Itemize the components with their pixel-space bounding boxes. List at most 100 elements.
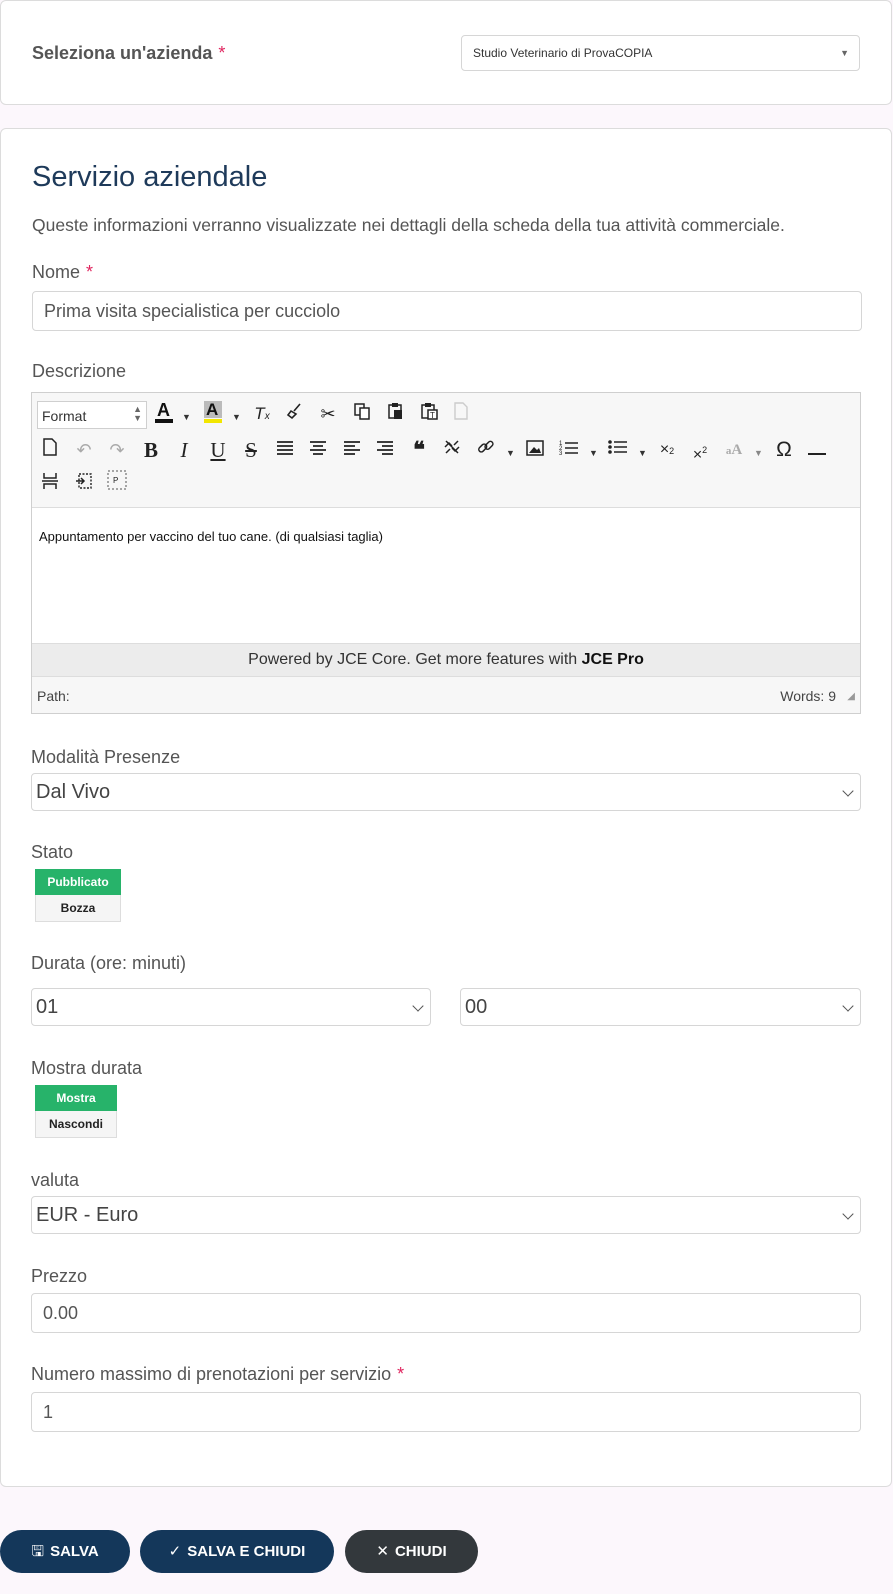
save-button-label: SALVA [50, 1543, 99, 1560]
show-duration-option-show[interactable]: Mostra [35, 1085, 117, 1111]
svg-text:P: P [113, 476, 118, 485]
bullet-list-icon[interactable] [604, 436, 632, 464]
paste-icon[interactable] [381, 400, 409, 428]
name-input[interactable]: Prima visita specialistica per cucciolo [32, 291, 862, 331]
text-color-icon[interactable]: A [150, 400, 178, 428]
align-left-icon[interactable] [338, 436, 366, 464]
blockquote-icon[interactable]: ❝ [405, 436, 433, 464]
align-right-icon[interactable] [371, 436, 399, 464]
required-marker: * [397, 1364, 405, 1384]
jce-pro-link[interactable]: JCE Pro [582, 651, 644, 668]
align-justify-icon[interactable] [271, 436, 299, 464]
currency-label: valuta [31, 1170, 80, 1190]
background-color-icon[interactable]: A [199, 400, 227, 428]
max-bookings-input-value: 1 [43, 1402, 54, 1422]
strikethrough-icon[interactable]: S [237, 436, 265, 464]
word-count: Words: 9 [780, 688, 836, 704]
description-editor: Format ▲ ▼ A ▼ A ▼ Tx ✂ T ↶ ↷ B I U S ❝ … [31, 392, 861, 714]
underline-icon[interactable]: U [204, 436, 232, 464]
save-icon: 🖫 [31, 1543, 45, 1560]
caret-down-icon[interactable]: ▼ [589, 448, 598, 458]
format-select[interactable]: Format ▲ ▼ [37, 401, 147, 429]
max-bookings-label: Numero massimo di prenotazioni per servi… [31, 1364, 405, 1384]
caret-down-icon[interactable]: ▼ [754, 448, 763, 458]
close-button[interactable]: ✕ CHIUDI [345, 1530, 478, 1573]
image-icon[interactable] [521, 436, 549, 464]
page-subtitle: Queste informazioni verranno visualizzat… [32, 215, 785, 235]
price-label: Prezzo [31, 1266, 88, 1286]
duration-label: Durata (ore: minuti) [31, 953, 187, 973]
state-toggle: Pubblicato Bozza [35, 869, 121, 922]
special-character-icon[interactable]: Ω [770, 436, 798, 464]
chevron-down-icon [842, 785, 854, 797]
align-center-icon[interactable] [304, 436, 332, 464]
copy-icon[interactable] [348, 400, 376, 428]
editor-content-area[interactable]: Appuntamento per vaccino del tuo cane. (… [32, 507, 860, 644]
caret-down-icon[interactable]: ▼ [182, 412, 191, 422]
name-input-value: Prima visita specialistica per cucciolo [44, 301, 341, 321]
paragraph-marker-icon[interactable]: P [103, 470, 131, 498]
italic-icon[interactable]: I [170, 436, 198, 464]
price-input[interactable]: 0.00 [31, 1293, 861, 1333]
duration-minutes-select[interactable]: 00 [460, 988, 861, 1026]
caret-down-icon: ▼ [840, 48, 849, 58]
bold-icon[interactable]: B [137, 436, 165, 464]
required-marker: * [218, 43, 226, 63]
company-select-value: Studio Veterinario di ProvaCOPIA [473, 46, 653, 60]
duration-hours-select[interactable]: 01 [31, 988, 431, 1026]
chevron-down-icon [412, 1000, 424, 1012]
company-label: Seleziona un'azienda * [32, 43, 226, 63]
document-icon[interactable] [447, 400, 475, 428]
price-input-value: 0.00 [43, 1303, 79, 1323]
editor-statusbar: Path: Words: 9 ◢ [32, 676, 860, 714]
state-option-draft[interactable]: Bozza [35, 895, 121, 922]
required-marker: * [86, 262, 94, 282]
cut-icon[interactable]: ✂ [314, 400, 342, 428]
duration-minutes-value: 00 [465, 996, 488, 1018]
link-icon[interactable] [472, 436, 500, 464]
editor-content: Appuntamento per vaccino del tuo cane. (… [39, 529, 383, 544]
subscript-icon[interactable]: ×2 [653, 436, 681, 464]
svg-text:3: 3 [559, 451, 563, 456]
caret-down-icon[interactable]: ▼ [506, 448, 515, 458]
caret-down-icon[interactable]: ▼ [638, 448, 647, 458]
company-select[interactable]: Studio Veterinario di ProvaCOPIA ▼ [461, 35, 860, 71]
max-bookings-input[interactable]: 1 [31, 1392, 861, 1432]
save-close-button-label: SALVA E CHIUDI [187, 1543, 306, 1560]
unlink-icon[interactable] [438, 436, 466, 464]
check-icon: ✓ [168, 1543, 182, 1560]
insert-block-icon[interactable] [70, 470, 98, 498]
page-title: Servizio aziendale [32, 161, 268, 193]
editor-path: Path: [37, 688, 70, 704]
chevron-down-icon [842, 1208, 854, 1220]
redo-icon[interactable]: ↷ [103, 436, 131, 464]
currency-select-value: EUR - Euro [36, 1204, 139, 1226]
caret-down-icon[interactable]: ▼ [232, 412, 241, 422]
numbered-list-icon[interactable]: 123 [555, 436, 583, 464]
chevron-down-icon [842, 1000, 854, 1012]
attendance-select[interactable]: Dal Vivo [31, 773, 861, 811]
company-card: Seleziona un'azienda * Studio Veterinario… [0, 0, 892, 105]
close-button-label: CHIUDI [394, 1543, 447, 1560]
jce-powered-banner: Powered by JCE Core. Get more features w… [32, 643, 860, 676]
description-label: Descrizione [32, 361, 127, 381]
superscript-icon[interactable]: ×2 [686, 436, 714, 464]
horizontal-rule-icon[interactable] [803, 436, 831, 464]
state-option-published[interactable]: Pubblicato [35, 869, 121, 895]
save-button[interactable]: 🖫 SALVA [0, 1530, 130, 1573]
resize-handle-icon[interactable]: ◢ [847, 691, 855, 702]
font-size-icon[interactable]: aA [720, 436, 748, 464]
svg-text:A: A [157, 400, 170, 420]
show-duration-label: Mostra durata [31, 1058, 143, 1078]
show-duration-option-hide[interactable]: Nascondi [35, 1111, 117, 1138]
undo-icon[interactable]: ↶ [70, 436, 98, 464]
new-document-icon[interactable] [36, 436, 64, 464]
page-break-icon[interactable] [36, 470, 64, 498]
paste-text-icon[interactable]: T [415, 400, 443, 428]
clear-formatting-icon[interactable]: Tx [248, 400, 276, 428]
format-select-label: Format [42, 408, 87, 424]
save-close-button[interactable]: ✓ SALVA E CHIUDI [140, 1530, 334, 1573]
currency-select[interactable]: EUR - Euro [31, 1196, 861, 1234]
attendance-label: Modalità Presenze [31, 747, 181, 767]
cleanup-brush-icon[interactable] [281, 400, 309, 428]
